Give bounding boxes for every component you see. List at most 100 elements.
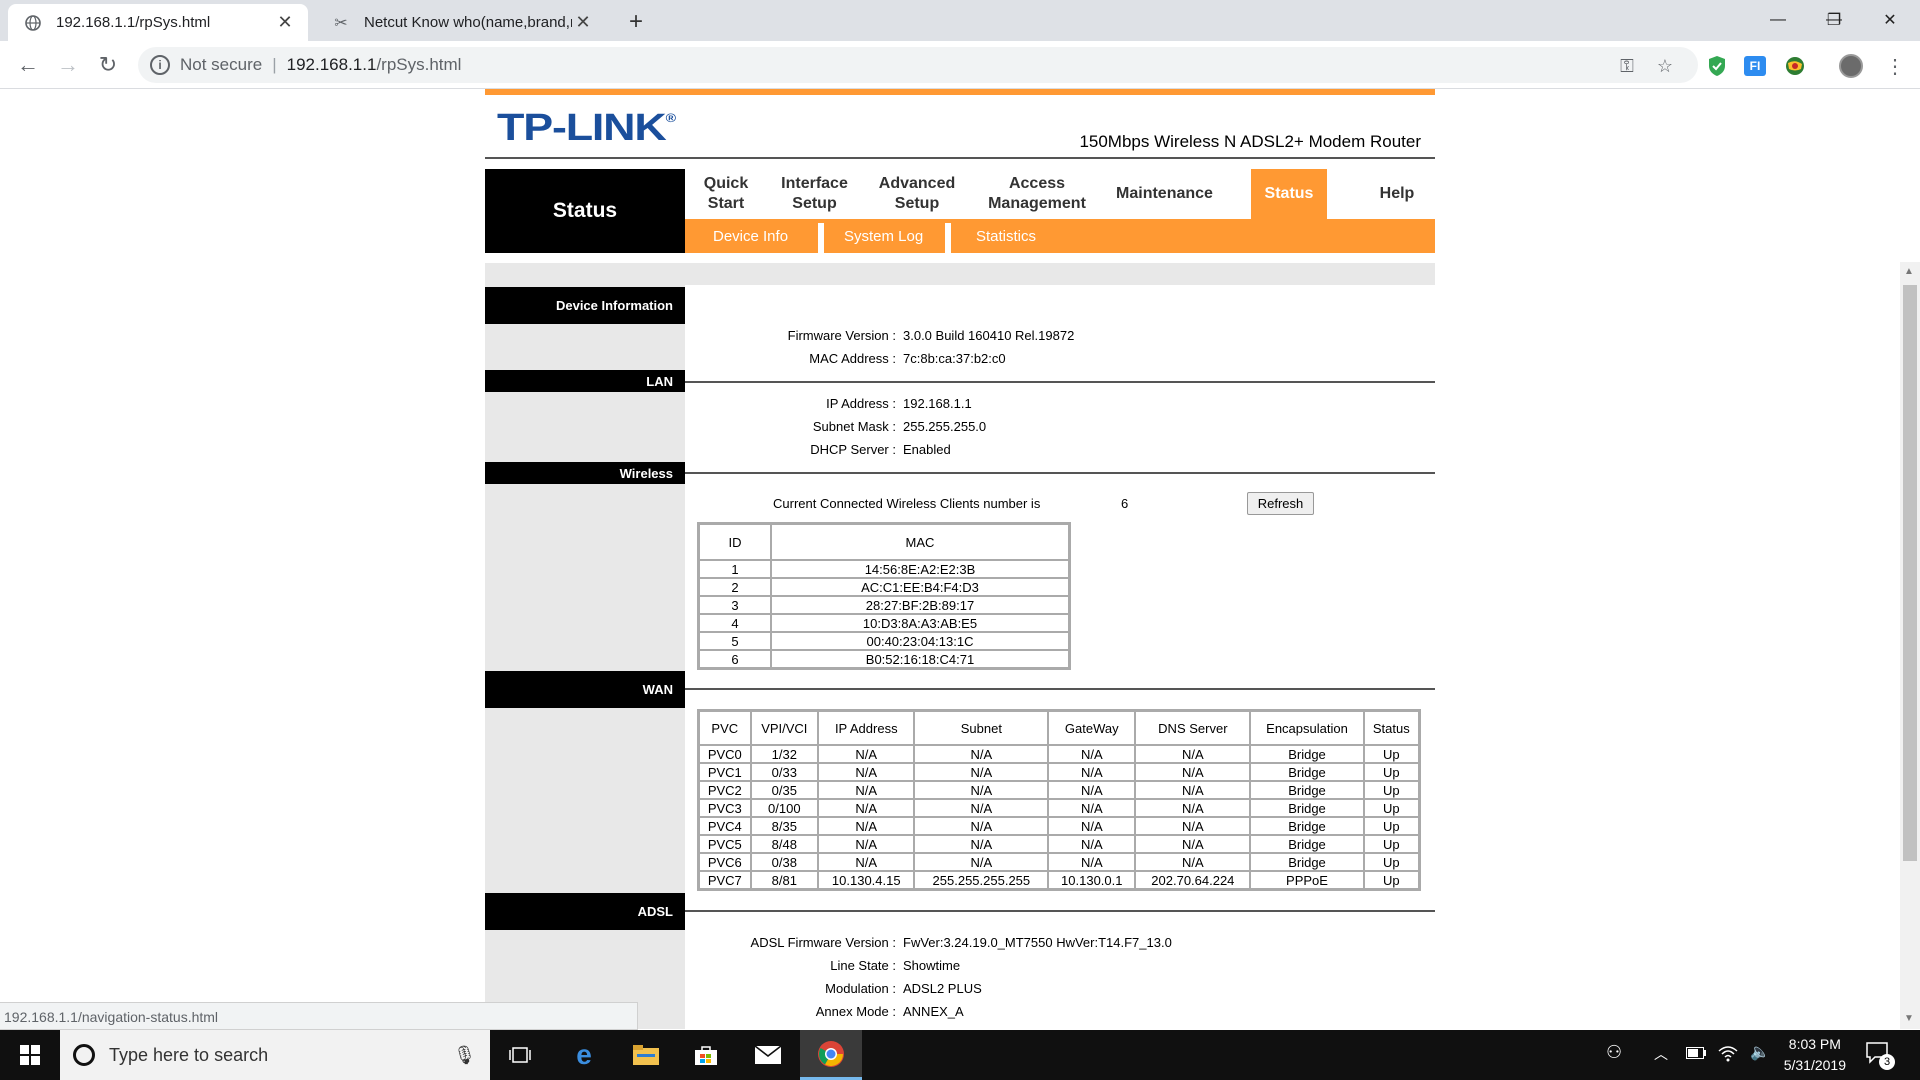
wan-cell: Bridge bbox=[1250, 853, 1364, 871]
mail-icon[interactable] bbox=[738, 1030, 798, 1080]
restore-button[interactable]: ❐ bbox=[1806, 0, 1862, 40]
wan-cell: 0/100 bbox=[750, 799, 819, 817]
wan-cell: Up bbox=[1363, 853, 1419, 871]
reload-icon[interactable]: ↻ bbox=[92, 49, 124, 81]
link-status-bubble: 192.168.1.1/navigation-status.html bbox=[0, 1002, 638, 1030]
tab-strip: 192.168.1.1/rpSys.html ✕ ✂ Netcut Know w… bbox=[0, 0, 1920, 41]
column-header: PVC bbox=[699, 711, 751, 745]
table-row: 3 28:27:BF:2B:89:17 bbox=[699, 596, 1069, 614]
scroll-up-icon[interactable]: ▲ bbox=[1904, 266, 1914, 277]
wifi-icon[interactable] bbox=[1718, 1044, 1738, 1067]
menu-interface-setup[interactable]: Interface Setup bbox=[767, 169, 862, 219]
modulation-value: ADSL2 PLUS bbox=[903, 981, 982, 996]
browser-toolbar: ← → ↻ i Not secure | 192.168.1.1/rpSys.h… bbox=[0, 41, 1920, 89]
avatar[interactable] bbox=[1838, 53, 1864, 79]
menu-help[interactable]: Help bbox=[1367, 169, 1427, 219]
key-icon[interactable]: ⚿ bbox=[1614, 53, 1640, 79]
client-mac-cell: 28:27:BF:2B:89:17 bbox=[771, 596, 1069, 614]
submenu-statistics[interactable]: Statistics bbox=[976, 219, 1036, 253]
client-id-cell: 2 bbox=[699, 578, 771, 596]
security-label: Not secure bbox=[180, 55, 263, 74]
column-header: Encapsulation bbox=[1250, 711, 1364, 745]
wan-cell: N/A bbox=[1048, 799, 1136, 817]
section-wan: WAN bbox=[485, 671, 685, 708]
table-row: 2 AC:C1:EE:B4:F4:D3 bbox=[699, 578, 1069, 596]
store-icon[interactable] bbox=[676, 1030, 736, 1080]
section-title: Status bbox=[485, 169, 685, 253]
people-icon[interactable]: ⚇ bbox=[1606, 1042, 1622, 1063]
menu-quick-start[interactable]: Quick Start bbox=[685, 169, 767, 219]
forward-arrow-icon[interactable]: → bbox=[52, 49, 84, 81]
close-window-button[interactable]: ✕ bbox=[1862, 0, 1918, 40]
wan-cell: PVC1 bbox=[699, 763, 751, 781]
new-tab-button[interactable]: + bbox=[622, 8, 650, 36]
address-bar[interactable]: i Not secure | 192.168.1.1/rpSys.html bbox=[138, 47, 1698, 83]
taskbar: Type here to search 🎙 e ⚇ ︿ 🔈 8:03 PM 5/… bbox=[0, 1030, 1920, 1080]
menu-dots-icon[interactable]: ⋮ bbox=[1882, 53, 1908, 79]
section-device-information: Device Information bbox=[485, 287, 685, 324]
volume-icon[interactable]: 🔈 bbox=[1750, 1042, 1770, 1062]
fi-extension-icon[interactable]: FI bbox=[1742, 53, 1768, 79]
wan-cell: PVC3 bbox=[699, 799, 751, 817]
info-icon[interactable]: i bbox=[150, 55, 170, 75]
wan-cell: PVC6 bbox=[699, 853, 751, 871]
wan-cell: N/A bbox=[914, 763, 1049, 781]
table-row: PVC5 8/48 N/A N/A N/A N/A Bridge Up bbox=[699, 835, 1419, 853]
wan-cell: N/A bbox=[818, 799, 915, 817]
model-name: 150Mbps Wireless N ADSL2+ Modem Router bbox=[1079, 132, 1421, 151]
taskbar-search-box[interactable]: Type here to search 🎙 bbox=[60, 1030, 490, 1080]
close-tab-icon[interactable]: ✕ bbox=[572, 12, 594, 34]
file-explorer-icon[interactable] bbox=[616, 1030, 676, 1080]
chevron-up-icon[interactable]: ︿ bbox=[1654, 1044, 1668, 1064]
wan-cell: PPPoE bbox=[1250, 871, 1364, 889]
menu-access-management[interactable]: Access Management bbox=[972, 169, 1102, 219]
scrollbar-thumb[interactable] bbox=[1903, 285, 1917, 861]
wan-cell: PVC4 bbox=[699, 817, 751, 835]
wireless-clients-table: ID MAC 1 14:56:8E:A2:E2:3B 2 AC:C1:EE:B4:F4… bbox=[697, 522, 1071, 670]
table-row: PVC1 0/33 N/A N/A N/A N/A Bridge Up bbox=[699, 763, 1419, 781]
wan-cell: Up bbox=[1363, 871, 1419, 889]
client-mac-cell: AC:C1:EE:B4:F4:D3 bbox=[771, 578, 1069, 596]
wan-cell: 0/33 bbox=[750, 763, 819, 781]
submenu-device-info[interactable]: Device Info bbox=[713, 219, 788, 253]
back-arrow-icon[interactable]: ← bbox=[12, 49, 44, 81]
tab-inactive[interactable]: ✂ Netcut Know who(name,brand,m ✕ bbox=[316, 4, 606, 41]
star-icon[interactable]: ☆ bbox=[1652, 53, 1678, 79]
section-wireless: Wireless bbox=[485, 462, 685, 484]
chrome-icon[interactable] bbox=[800, 1030, 862, 1080]
task-view-icon[interactable] bbox=[490, 1030, 550, 1080]
wan-cell: Bridge bbox=[1250, 745, 1364, 763]
subnet-mask-label: Subnet Mask bbox=[812, 419, 889, 434]
menu-advanced-setup[interactable]: Advanced Setup bbox=[862, 169, 972, 219]
wan-cell: N/A bbox=[914, 853, 1049, 871]
clients-label: Current Connected Wireless Clients numbe… bbox=[773, 496, 1041, 511]
tab-active[interactable]: 192.168.1.1/rpSys.html ✕ bbox=[8, 4, 308, 41]
mac-value: 7c:8b:ca:37:b2:c0 bbox=[903, 351, 1006, 366]
windows-start-icon[interactable] bbox=[0, 1030, 60, 1080]
submenu-system-log[interactable]: System Log bbox=[844, 219, 923, 253]
microphone-icon[interactable]: 🎙 bbox=[453, 1045, 476, 1066]
scroll-down-icon[interactable]: ▼ bbox=[1904, 1013, 1914, 1024]
menu-maintenance[interactable]: Maintenance bbox=[1102, 169, 1227, 219]
refresh-button[interactable]: Refresh bbox=[1247, 492, 1314, 515]
wan-cell: Up bbox=[1363, 817, 1419, 835]
wan-cell: 8/81 bbox=[750, 871, 819, 889]
close-tab-icon[interactable]: ✕ bbox=[274, 12, 296, 34]
table-row: 5 00:40:23:04:13:1C bbox=[699, 632, 1069, 650]
menu-status[interactable]: Status bbox=[1251, 169, 1327, 219]
lan-ip-value: 192.168.1.1 bbox=[903, 396, 972, 411]
system-clock[interactable]: 8:03 PM 5/31/2019 bbox=[1784, 1034, 1846, 1076]
minimize-button[interactable]: — bbox=[1750, 0, 1806, 40]
wan-cell: Up bbox=[1363, 799, 1419, 817]
column-header: VPI/VCI bbox=[750, 711, 819, 745]
wan-cell: N/A bbox=[1048, 745, 1136, 763]
shield-extension-icon[interactable] bbox=[1704, 53, 1730, 79]
wan-cell: 1/32 bbox=[750, 745, 819, 763]
globe-extension-icon[interactable] bbox=[1782, 53, 1808, 79]
client-mac-cell: 10:D3:8A:A3:AB:E5 bbox=[771, 614, 1069, 632]
edge-browser-icon[interactable]: e bbox=[554, 1030, 614, 1080]
wan-cell: N/A bbox=[1048, 835, 1136, 853]
wan-cell: 10.130.0.1 bbox=[1048, 871, 1136, 889]
tp-link-logo: TP-LINK® bbox=[497, 107, 677, 149]
battery-icon[interactable] bbox=[1686, 1046, 1706, 1064]
